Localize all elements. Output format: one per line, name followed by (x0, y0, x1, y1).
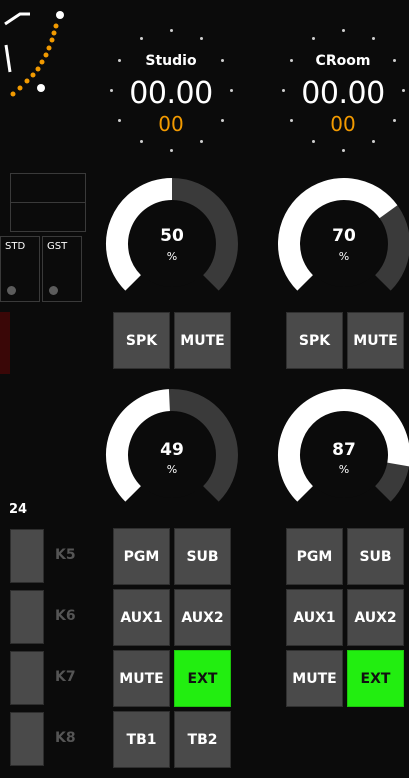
k5-button[interactable] (10, 529, 44, 583)
clock-ring-dot (393, 118, 397, 122)
left-panel-field-2 (10, 202, 86, 232)
croom-headphone-level-value: 87 (332, 440, 356, 460)
clock-ring-dot (371, 140, 375, 144)
gst-led (49, 286, 58, 295)
croom-aux2-button[interactable]: AUX2 (347, 589, 404, 646)
clock-ring-dot (341, 28, 345, 32)
k7-button[interactable] (10, 651, 44, 705)
studio-speaker-level-value: 50 (160, 226, 184, 246)
k8-label: K8 (55, 730, 76, 746)
clock-ring-dot (289, 118, 293, 122)
studio-aux2-button[interactable]: AUX2 (174, 589, 231, 646)
croom-clock-title: CRoom (315, 53, 371, 69)
clock-ring-dot (169, 148, 173, 152)
croom-spk-button[interactable]: SPK (286, 312, 343, 369)
gst-indicator: GST (42, 236, 82, 302)
clock-ring-dot (199, 36, 203, 40)
left-panel-field-1 (10, 173, 86, 203)
studio-headphone-level-unit: % (166, 463, 178, 476)
studio-speaker-level-unit: % (166, 250, 178, 263)
croom-speaker-level-value: 70 (332, 226, 356, 246)
std-indicator: STD (0, 236, 40, 302)
croom-aux1-button[interactable]: AUX1 (286, 589, 343, 646)
clock-ring-dot (371, 36, 375, 40)
studio-mute-button[interactable]: MUTE (174, 312, 231, 369)
studio-clock-title: Studio (145, 53, 197, 69)
croom-mute-route-button[interactable]: MUTE (286, 650, 343, 707)
studio-ext-button[interactable]: EXT (174, 650, 231, 707)
croom-pgm-button[interactable]: PGM (286, 528, 343, 585)
k6-button[interactable] (10, 590, 44, 644)
gst-label: GST (47, 241, 68, 252)
croom-clock-frames: 00 (330, 112, 356, 136)
studio-sub-button[interactable]: SUB (174, 528, 231, 585)
section-label: 24 (9, 502, 28, 517)
clock-ring-dot (139, 140, 143, 144)
k5-label: K5 (55, 547, 76, 563)
studio-spk-button[interactable]: SPK (113, 312, 170, 369)
studio-tb2-button[interactable]: TB2 (174, 711, 231, 768)
clock-ring-dot (311, 140, 315, 144)
red-indicator-strip (0, 312, 10, 374)
studio-mute-route-button[interactable]: MUTE (113, 650, 170, 707)
croom-headphone-level-unit: % (338, 463, 350, 476)
croom-ext-button[interactable]: EXT (347, 650, 404, 707)
clock-ring-dot (341, 148, 345, 152)
clock-ring-dot (199, 140, 203, 144)
std-label: STD (5, 241, 26, 252)
std-led (7, 286, 16, 295)
clock-ring-dot (139, 36, 143, 40)
clock-ring-dot (169, 28, 173, 32)
studio-aux1-button[interactable]: AUX1 (113, 589, 170, 646)
clock-ring-dot (117, 118, 121, 122)
croom-speaker-level-unit: % (338, 250, 350, 263)
studio-tb1-button[interactable]: TB1 (113, 711, 170, 768)
studio-headphone-level-value: 49 (160, 440, 184, 460)
croom-sub-button[interactable]: SUB (347, 528, 404, 585)
k6-label: K6 (55, 608, 76, 624)
clock-ring-dot (221, 118, 225, 122)
croom-clock-time: 00.00 (301, 76, 385, 111)
croom-mute-button[interactable]: MUTE (347, 312, 404, 369)
clock-ring-dot (311, 36, 315, 40)
studio-clock-time: 00.00 (129, 76, 213, 111)
studio-clock-frames: 00 (158, 112, 184, 136)
k8-button[interactable] (10, 712, 44, 766)
studio-pgm-button[interactable]: PGM (113, 528, 170, 585)
k7-label: K7 (55, 669, 76, 685)
